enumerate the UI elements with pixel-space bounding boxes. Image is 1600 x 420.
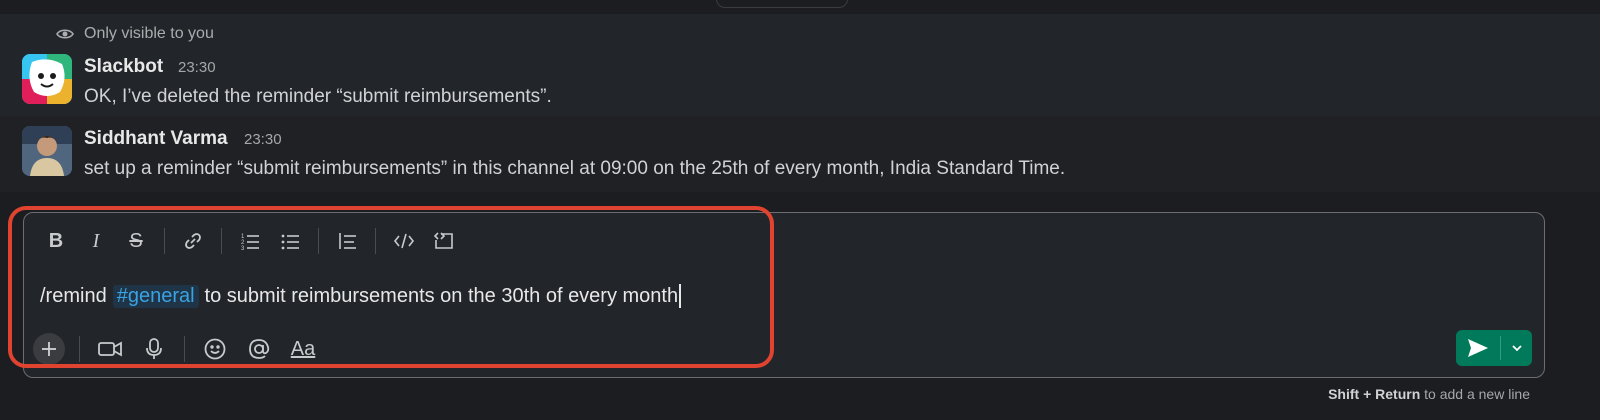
ephemeral-label: Only visible to you (84, 25, 214, 42)
formatting-label: Aa (290, 337, 316, 360)
toolbar-divider (184, 336, 185, 362)
message-author[interactable]: Slackbot (84, 56, 163, 78)
toolbar-divider (221, 228, 222, 254)
user-avatar[interactable] (22, 126, 72, 176)
emoji-icon[interactable] (193, 332, 237, 366)
send-button[interactable] (1456, 330, 1532, 366)
formatting-toolbar: B I S 1 2 3 (36, 225, 464, 257)
video-icon[interactable] (88, 332, 132, 366)
bold-icon[interactable]: B (36, 225, 76, 257)
user-message-block (0, 116, 1600, 192)
message-timestamp[interactable]: 23:30 (244, 131, 282, 148)
hint-keys: Shift + Return (1328, 386, 1421, 402)
send-icon[interactable] (1456, 330, 1500, 366)
strikethrough-icon[interactable]: S (116, 225, 156, 257)
mention-icon[interactable] (237, 332, 281, 366)
italic-icon[interactable]: I (76, 225, 116, 257)
blockquote-icon[interactable] (327, 225, 367, 257)
svg-text:3: 3 (241, 246, 245, 251)
toolbar-divider (164, 228, 165, 254)
input-text: to submit reimbursements on the 30th of … (204, 284, 679, 307)
channel-mention[interactable]: #general (112, 284, 199, 308)
eye-icon (56, 27, 74, 41)
message-input[interactable]: /remind #general to submit reimbursement… (40, 282, 682, 310)
link-icon[interactable] (173, 225, 213, 257)
toolbar-divider (375, 228, 376, 254)
ordered-list-icon[interactable]: 1 2 3 (230, 225, 270, 257)
microphone-icon[interactable] (132, 332, 176, 366)
code-block-icon[interactable] (424, 225, 464, 257)
toolbar-divider (79, 336, 80, 362)
command-text: /remind (40, 284, 107, 307)
slackbot-avatar[interactable] (22, 54, 72, 104)
newline-hint: Shift + Return to add a new line (1328, 386, 1530, 402)
chevron-down-icon[interactable] (1501, 330, 1532, 366)
formatting-icon[interactable]: Aa (281, 332, 325, 366)
jump-pill (716, 0, 848, 8)
message-timestamp[interactable]: 23:30 (178, 59, 216, 76)
bulleted-list-icon[interactable] (270, 225, 310, 257)
hint-text: to add a new line (1424, 386, 1530, 402)
text-caret (679, 284, 682, 308)
plus-icon[interactable] (33, 333, 65, 365)
message-author[interactable]: Siddhant Varma (84, 128, 228, 150)
message-text: set up a reminder “submit reimbursements… (84, 158, 1066, 179)
ephemeral-notice: Only visible to you (56, 24, 214, 44)
message-text: OK, I’ve deleted the reminder “submit re… (84, 86, 552, 107)
code-icon[interactable] (384, 225, 424, 257)
composer-actions: Aa (33, 332, 325, 366)
toolbar-divider (318, 228, 319, 254)
